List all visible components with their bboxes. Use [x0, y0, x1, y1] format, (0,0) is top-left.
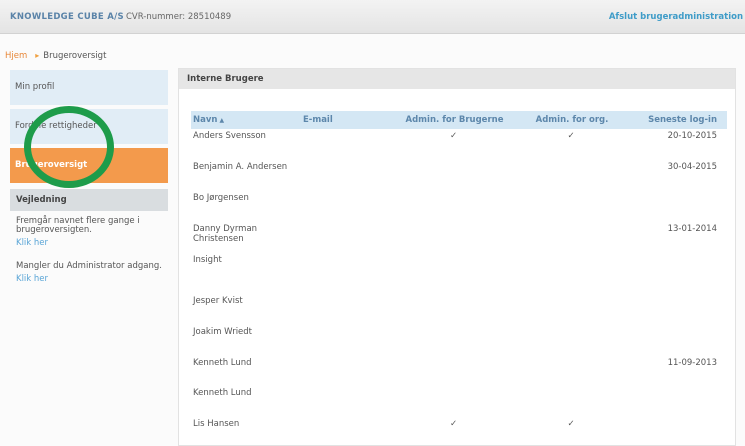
user-email-cell [301, 160, 391, 191]
user-name-cell: Danny Dyrman Christensen [193, 224, 258, 244]
column-header-name[interactable]: Navn ▲ [191, 111, 301, 129]
last-login-cell [626, 417, 727, 439]
internal-users-panel: Interne Brugere Navn ▲ E-mail Admin. for … [178, 68, 736, 446]
user-name-cell: Kenneth Lund [193, 388, 252, 398]
guide-link[interactable]: Klik her [10, 274, 168, 284]
sort-ascending-icon: ▲ [219, 117, 225, 124]
last-login-cell [626, 191, 727, 222]
user-name-cell: Kenneth Lund [193, 358, 252, 368]
table-row[interactable]: Insight [191, 253, 727, 294]
user-name-cell: Anders Svensson [193, 131, 266, 141]
admin-users-check-cell [391, 160, 516, 191]
user-email-cell [301, 325, 391, 356]
last-login-cell [626, 294, 727, 325]
last-login-cell: 20-10-2015 [667, 131, 717, 141]
admin-users-check-cell [391, 325, 516, 356]
table-row[interactable]: Danny Dyrman Christensen 13-01-2014 [191, 222, 727, 253]
user-email-cell [301, 253, 391, 294]
admin-org-check-cell: ✓ [567, 419, 575, 429]
user-name-cell: Lis Hansen [193, 419, 240, 429]
user-email-cell [301, 191, 391, 222]
admin-org-check-cell: ✓ [567, 131, 575, 141]
admin-org-check-cell [516, 160, 626, 191]
users-table: Navn ▲ E-mail Admin. for Brugerne Admin. … [191, 111, 727, 439]
guide-block: Mangler du Administrator adgang. Klik he… [10, 261, 168, 285]
admin-users-check-cell: ✓ [449, 419, 458, 429]
column-header-last-login[interactable]: Seneste log-in [626, 111, 727, 129]
breadcrumb-arrow-icon: ▸ [35, 51, 40, 60]
admin-users-check-cell [391, 191, 516, 222]
user-name-cell: Insight [193, 255, 222, 265]
table-row[interactable]: Anders Svensson ✓ ✓ 20-10-2015 [191, 129, 727, 160]
guide-text: Fremgår navnet flere gange i brugerovers… [16, 216, 140, 235]
admin-org-check-cell [516, 253, 626, 294]
last-login-cell [626, 325, 727, 356]
last-login-cell [626, 253, 727, 294]
admin-users-check-cell [391, 222, 516, 253]
table-row[interactable]: Joakim Wriedt [191, 325, 727, 356]
column-header-admin-users[interactable]: Admin. for Brugerne [391, 111, 516, 129]
admin-org-check-cell [516, 222, 626, 253]
table-header-row: Navn ▲ E-mail Admin. for Brugerne Admin. … [191, 111, 727, 129]
sidebar: Min profil Fordele rettigheder Brugerove… [10, 70, 168, 298]
user-email-cell [301, 386, 391, 417]
user-email-cell [301, 294, 391, 325]
breadcrumb-current: Brugeroversigt [43, 51, 107, 61]
sidebar-item-min-profil[interactable]: Min profil [10, 70, 168, 105]
top-bar: KNOWLEDGE CUBE A/S CVR-nummer: 28510489 … [0, 0, 745, 34]
highlight-circle-annotation [24, 106, 114, 188]
guide-title: Vejledning [10, 189, 168, 211]
table-row[interactable]: Bo Jørgensen [191, 191, 727, 222]
table-row[interactable]: Kenneth Lund [191, 386, 727, 417]
admin-org-check-cell [516, 386, 626, 417]
guide-block: Fremgår navnet flere gange i brugerovers… [10, 216, 168, 249]
user-email-cell [301, 356, 391, 386]
admin-users-check-cell [391, 356, 516, 386]
table-row[interactable]: Benjamin A. Andersen 30-04-2015 [191, 160, 727, 191]
breadcrumb: Hjem ▸ Brugeroversigt [5, 51, 106, 61]
table-row[interactable]: Lis Hansen ✓ ✓ [191, 417, 727, 439]
admin-org-check-cell [516, 356, 626, 386]
user-email-cell [301, 417, 391, 439]
last-login-cell: 30-04-2015 [667, 162, 717, 172]
admin-users-check-cell: ✓ [449, 131, 458, 141]
user-name-cell: Benjamin A. Andersen [193, 162, 288, 172]
guide-link[interactable]: Klik her [10, 238, 168, 248]
user-name-cell: Jesper Kvist [193, 296, 243, 306]
breadcrumb-home[interactable]: Hjem [5, 51, 27, 61]
column-header-admin-org[interactable]: Admin. for org. [516, 111, 626, 129]
panel-title: Interne Brugere [179, 69, 735, 89]
user-email-cell [301, 129, 391, 160]
last-login-cell: 13-01-2014 [667, 224, 717, 234]
last-login-cell: 11-09-2013 [667, 358, 717, 368]
admin-users-check-cell [391, 386, 516, 417]
table-row[interactable]: Kenneth Lund 11-09-2013 [191, 356, 727, 386]
company-name: KNOWLEDGE CUBE A/S [10, 12, 124, 22]
admin-org-check-cell [516, 325, 626, 356]
admin-org-check-cell [516, 191, 626, 222]
admin-users-check-cell [391, 294, 516, 325]
user-name-cell: Bo Jørgensen [193, 193, 249, 203]
last-login-cell [626, 386, 727, 417]
user-email-cell [301, 222, 391, 253]
guide-text: Mangler du Administrator adgang. [16, 261, 162, 271]
table-row[interactable]: Jesper Kvist [191, 294, 727, 325]
user-name-cell: Joakim Wriedt [193, 327, 253, 337]
logout-link[interactable]: Afslut brugeradministration [609, 12, 743, 22]
column-header-email[interactable]: E-mail [301, 111, 391, 129]
admin-org-check-cell [516, 294, 626, 325]
cvr-number: CVR-nummer: 28510489 [126, 12, 232, 22]
admin-users-check-cell [391, 253, 516, 294]
